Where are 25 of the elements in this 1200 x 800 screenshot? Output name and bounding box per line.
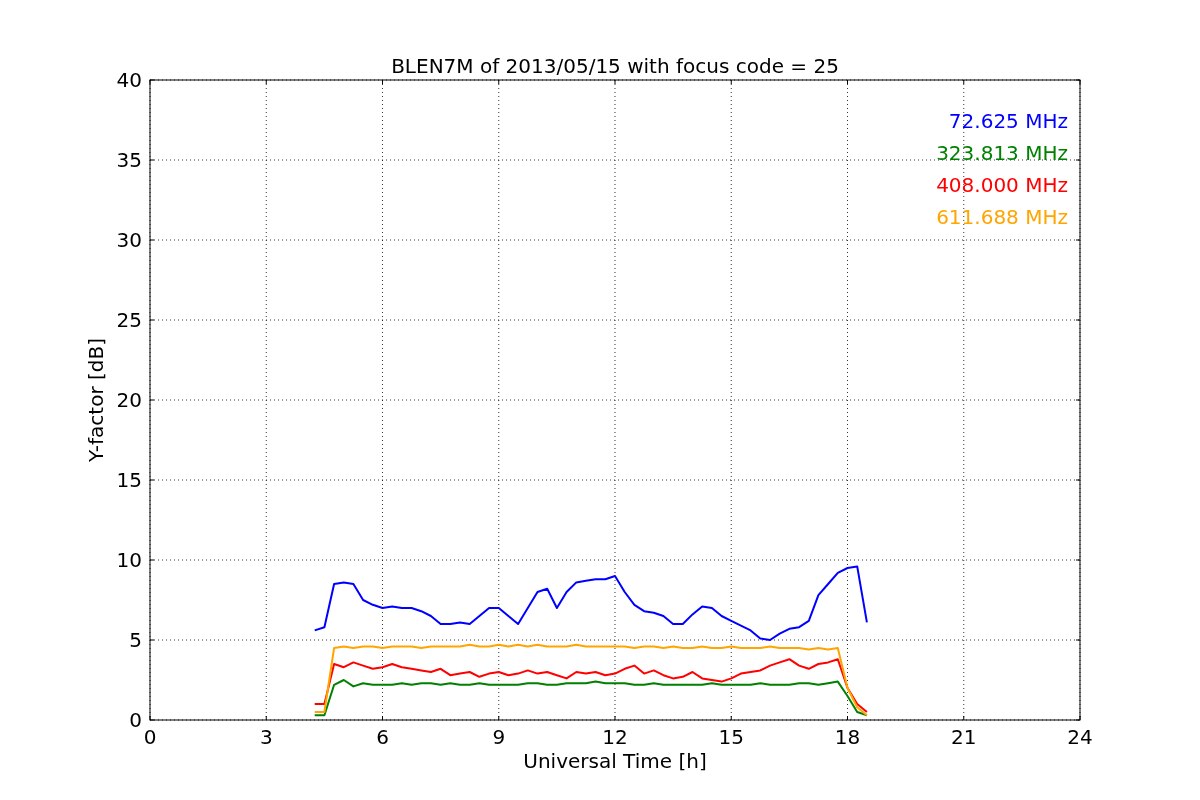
tick-label: 15 — [718, 725, 744, 749]
tick-label: 30 — [116, 228, 142, 252]
tick-label: 35 — [116, 148, 142, 172]
tick-label: 6 — [376, 725, 389, 749]
tick-label: 40 — [116, 68, 142, 92]
y-axis-label: Y-factor [dB] — [84, 338, 108, 462]
legend-label: 323.813 MHz — [936, 141, 1068, 165]
tick-label: 15 — [116, 468, 142, 492]
legend-label: 408.000 MHz — [936, 173, 1068, 197]
chart-title: BLEN7M of 2013/05/15 with focus code = 25 — [391, 54, 839, 78]
tick-label: 9 — [492, 725, 506, 749]
tick-label: 18 — [834, 725, 861, 749]
tick-label: 0 — [143, 725, 157, 749]
legend-label: 72.625 MHz — [948, 109, 1068, 133]
tick-label: 20 — [116, 388, 142, 412]
tick-label: 24 — [1067, 725, 1093, 749]
tick-label: 0 — [129, 708, 142, 732]
tick-label: 5 — [129, 628, 142, 652]
tick-label: 25 — [116, 308, 142, 332]
tick-label: 12 — [602, 725, 628, 749]
tick-label: 10 — [116, 548, 142, 572]
x-axis-label: Universal Time [h] — [523, 749, 707, 773]
tick-label: 3 — [259, 725, 273, 749]
legend-label: 611.688 MHz — [936, 205, 1068, 229]
tick-label: 21 — [951, 725, 977, 749]
